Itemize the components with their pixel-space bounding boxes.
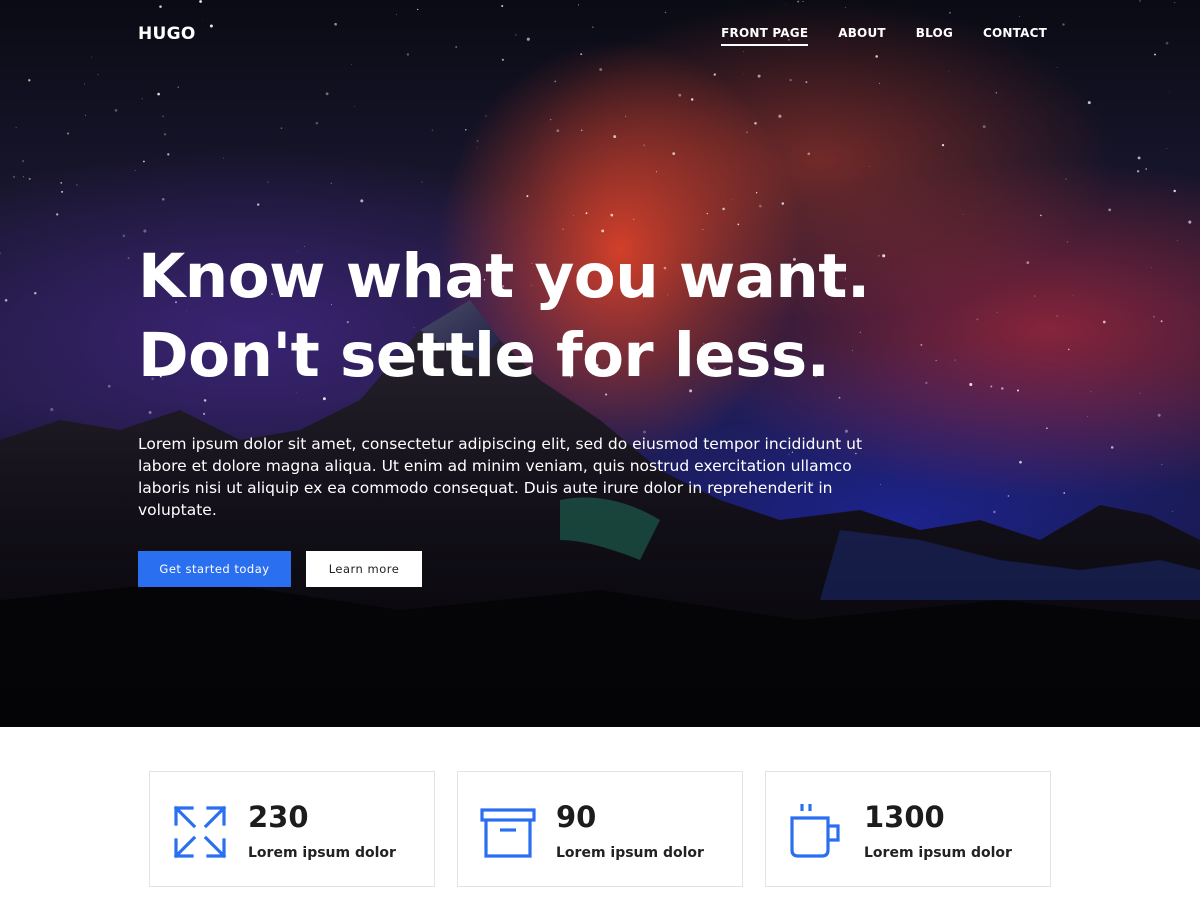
headline-line-1: Know what you want.: [138, 241, 870, 312]
hero-lead-text: Lorem ipsum dolor sit amet, consectetur …: [138, 435, 863, 519]
stats-section: 230 Lorem ipsum dolor 90 Lorem ipsum dol…: [149, 771, 1051, 887]
nav-item-front-page[interactable]: FRONT PAGE: [721, 26, 809, 46]
coffee-mug-icon: [790, 804, 840, 858]
stat-value: 230: [248, 800, 309, 834]
stat-card: 90 Lorem ipsum dolor: [457, 771, 743, 887]
archive-box-icon: [480, 808, 536, 858]
stat-card: 1300 Lorem ipsum dolor: [765, 771, 1051, 887]
stat-label: Lorem ipsum dolor: [248, 845, 396, 861]
main-menu: FRONT PAGE ABOUT BLOG CONTACT: [721, 26, 1047, 46]
hero-buttons: Get started today Learn more: [138, 551, 898, 587]
stat-label: Lorem ipsum dolor: [556, 845, 704, 861]
hero-content: Know what you want. Don't settle for les…: [138, 237, 898, 587]
nav-item-about[interactable]: ABOUT: [838, 26, 886, 46]
hero-headline: Know what you want. Don't settle for les…: [138, 237, 898, 395]
stat-card: 230 Lorem ipsum dolor: [149, 771, 435, 887]
stat-label: Lorem ipsum dolor: [864, 845, 1012, 861]
nav-item-blog[interactable]: BLOG: [916, 26, 953, 46]
stat-value: 1300: [864, 800, 945, 834]
top-navigation: HUGO FRONT PAGE ABOUT BLOG CONTACT: [0, 0, 1200, 66]
nav-item-contact[interactable]: CONTACT: [983, 26, 1047, 46]
stat-value: 90: [556, 800, 597, 834]
headline-line-2: Don't settle for less.: [138, 320, 830, 391]
hero-section: HUGO FRONT PAGE ABOUT BLOG CONTACT Know …: [0, 0, 1200, 727]
get-started-button[interactable]: Get started today: [138, 551, 291, 587]
expand-arrows-icon: [173, 805, 227, 859]
site-logo[interactable]: HUGO: [138, 24, 196, 44]
learn-more-button[interactable]: Learn more: [306, 551, 422, 587]
